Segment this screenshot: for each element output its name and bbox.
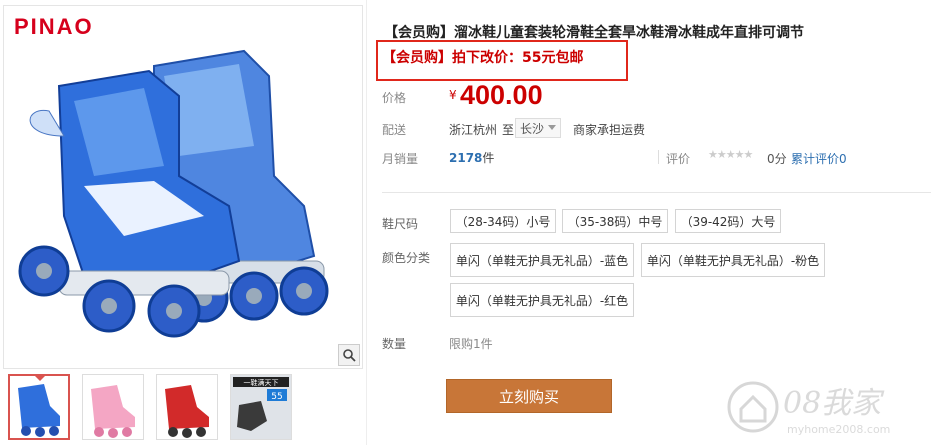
- thumbnail-promo[interactable]: 一鞋满天下 55: [230, 374, 292, 440]
- rating-score: 0分: [767, 152, 787, 166]
- main-product-image[interactable]: PINAO: [3, 5, 363, 369]
- currency-symbol: ¥: [449, 88, 457, 102]
- quantity-label: 数量: [382, 337, 407, 351]
- thumbnail-pink[interactable]: [82, 374, 144, 440]
- color-option-blue[interactable]: 单闪（单鞋无护具无礼品）-蓝色: [450, 243, 634, 277]
- product-info: 【会员购】溜冰鞋儿童套装轮滑鞋全套旱冰鞋滑冰鞋成年直排可调节 【会员购】拍下改价…: [366, 0, 931, 445]
- price-label: 价格: [382, 91, 407, 105]
- shipping-label: 配送: [382, 123, 407, 137]
- rating-label: 评价: [666, 152, 691, 166]
- color-option-red[interactable]: 单闪（单鞋无护具无礼品）-红色: [450, 283, 634, 317]
- shipping-fee: 商家承担运费: [573, 123, 646, 137]
- color-option-pink[interactable]: 单闪（单鞋无护具无礼品）-粉色: [641, 243, 825, 277]
- rating-stars-icon: ★★★★★: [708, 148, 753, 161]
- price-value: 400.00: [460, 80, 543, 110]
- gallery: PINAO 一鞋满天下 55: [0, 0, 366, 445]
- zoom-icon[interactable]: [338, 344, 360, 366]
- ship-from: 浙江杭州: [449, 123, 498, 137]
- ship-to-word: 至: [502, 123, 515, 137]
- thumbnail-strip: 一鞋满天下 55: [8, 374, 292, 440]
- skates-illustration: [18, 49, 329, 338]
- chevron-down-icon: [548, 125, 557, 130]
- sales-unit: 件: [482, 151, 495, 165]
- sales-info: 2178件: [449, 149, 494, 166]
- buy-now-button[interactable]: 立刻购买: [446, 379, 612, 413]
- size-label: 鞋尺码: [382, 217, 419, 231]
- thumbnail-red[interactable]: [156, 374, 218, 440]
- size-option-large[interactable]: （39-42码）大号: [675, 209, 781, 233]
- ship-city-select[interactable]: 长沙: [515, 118, 562, 138]
- thumb-promo-title: 一鞋满天下: [244, 378, 279, 387]
- size-option-medium[interactable]: （35-38码）中号: [562, 209, 668, 233]
- sales-count: 2178: [449, 151, 483, 165]
- ship-city-value: 长沙: [520, 121, 545, 136]
- thumb-promo-number: 55: [271, 392, 282, 402]
- watermark-text: 08我家: [783, 386, 885, 421]
- rating-link[interactable]: 累计评价0: [791, 150, 847, 167]
- color-label: 颜色分类: [382, 251, 431, 265]
- promo-text: 【会员购】拍下改价：55元包邮: [382, 50, 584, 66]
- product-title: 【会员购】溜冰鞋儿童套装轮滑鞋全套旱冰鞋滑冰鞋成年直排可调节: [384, 25, 804, 41]
- watermark-url: myhome2008.com: [787, 423, 890, 436]
- sales-divider: [658, 150, 659, 164]
- size-option-small[interactable]: （28-34码）小号: [450, 209, 556, 233]
- active-caret-icon: [34, 376, 46, 381]
- thumbnail-blue[interactable]: [8, 374, 70, 440]
- site-watermark: 08我家 myhome2008.com: [727, 381, 890, 436]
- quantity-limit: 限购1件: [449, 337, 493, 351]
- section-divider: [382, 192, 931, 193]
- sales-label: 月销量: [382, 152, 419, 166]
